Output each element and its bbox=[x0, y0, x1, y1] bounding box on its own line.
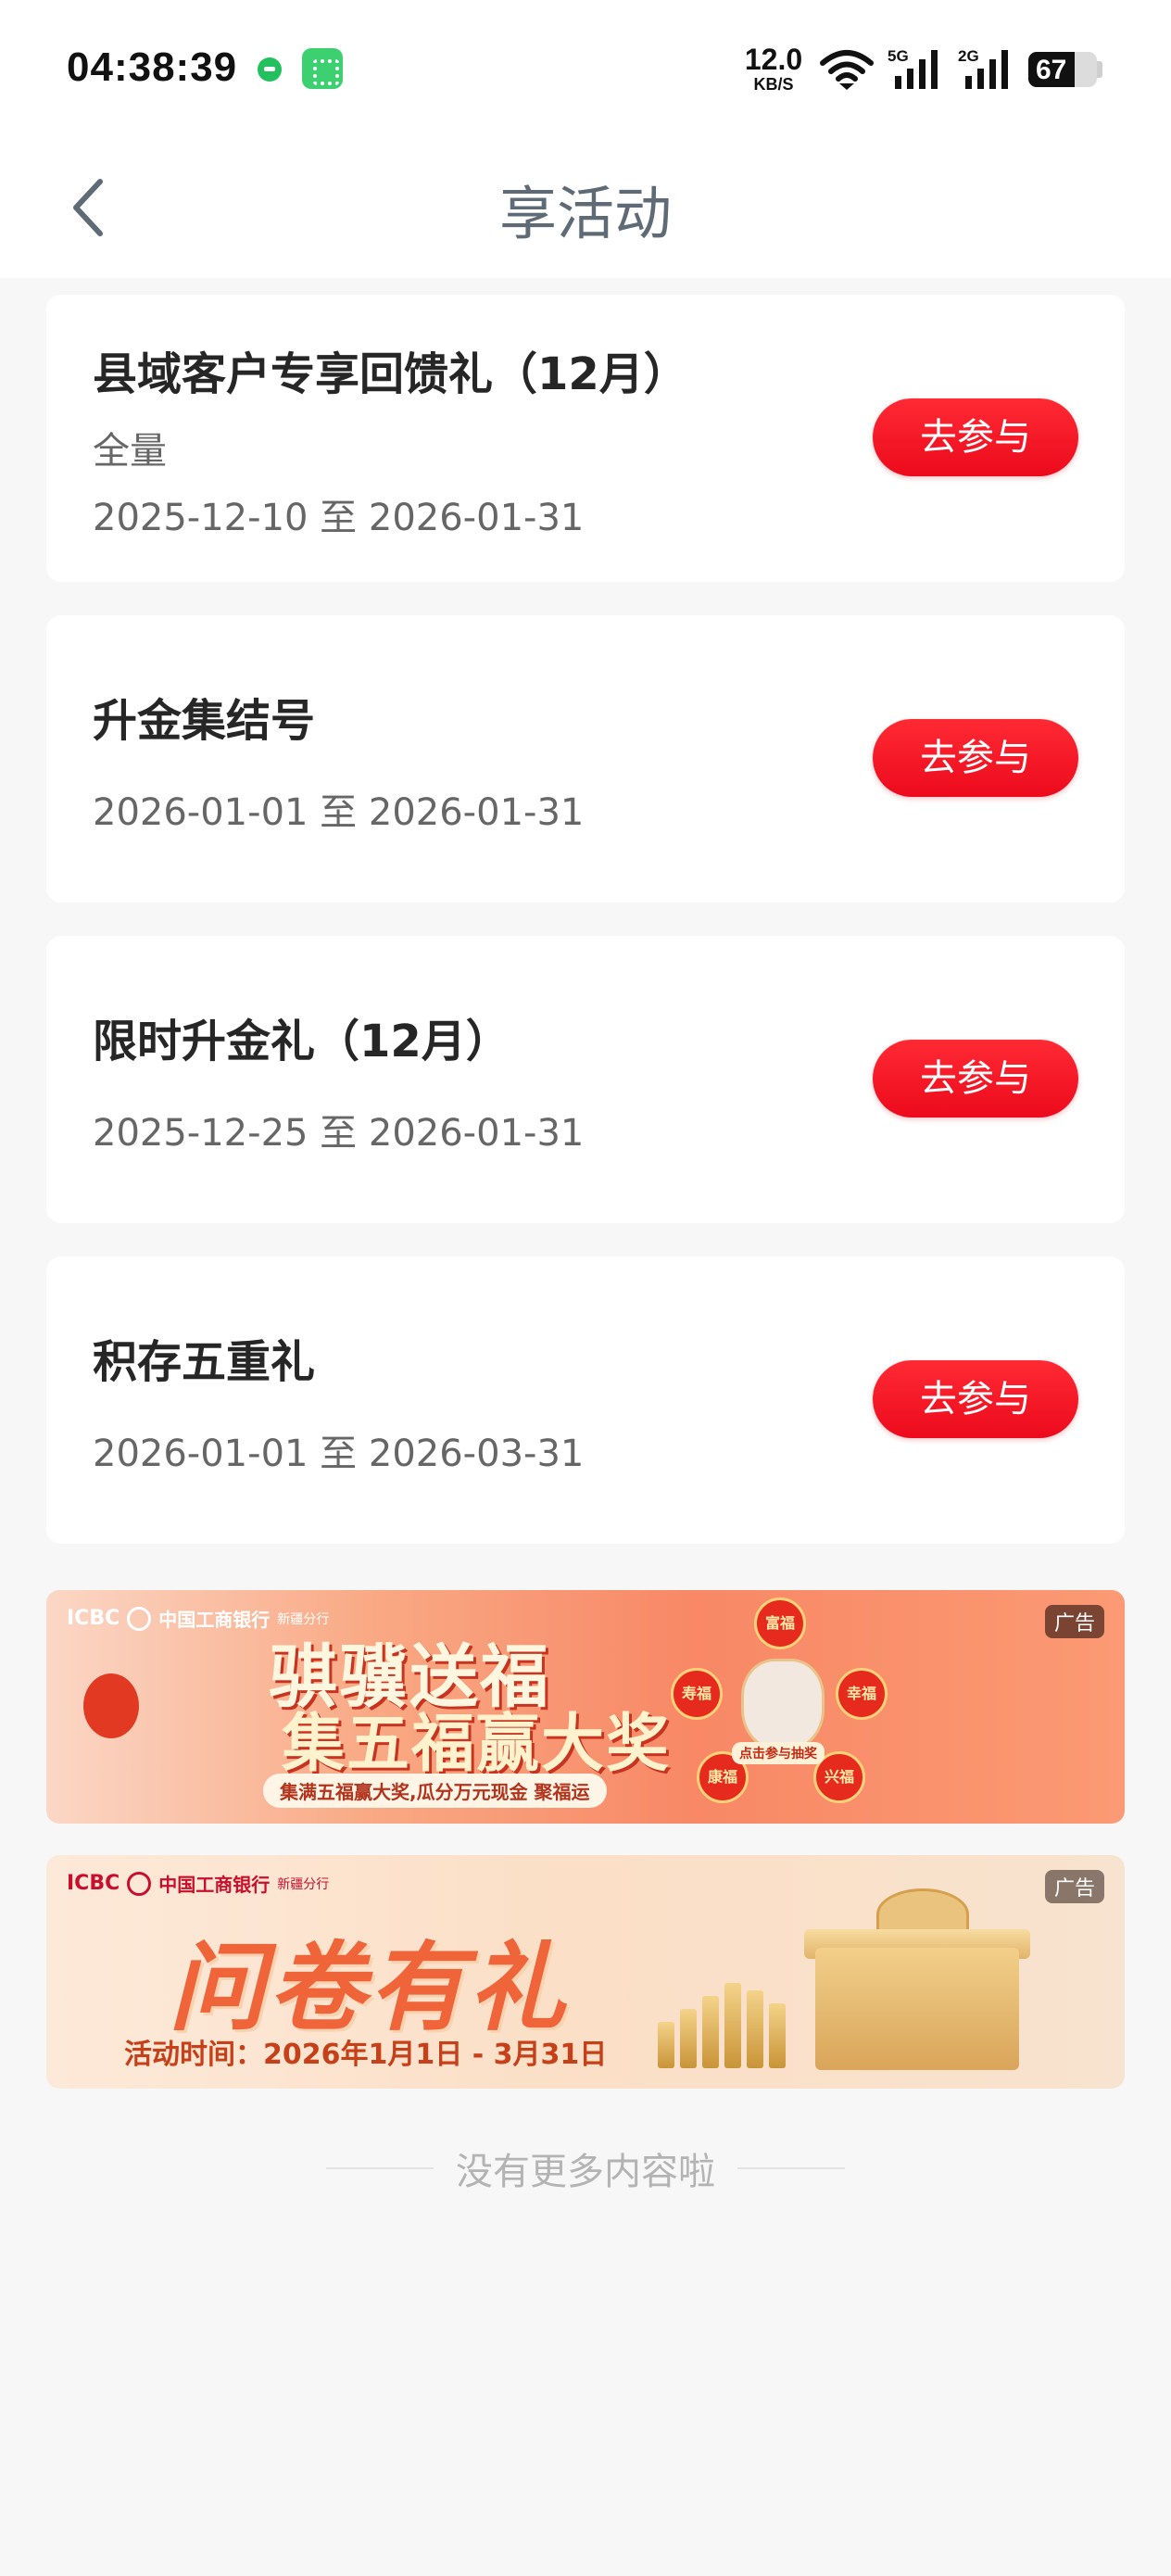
activity-card[interactable]: 县域客户专享回馈礼（12月） 全量 2025-12-10 至 2026-01-3… bbox=[46, 295, 1125, 582]
activity-date-range: 2025-12-10 至 2026-01-31 bbox=[93, 497, 585, 539]
activity-date-range: 2025-12-25 至 2026-01-31 bbox=[93, 1112, 585, 1155]
bank-name: 中国工商银行 bbox=[158, 1874, 271, 1896]
app-notification-icon bbox=[302, 48, 343, 89]
join-button[interactable]: 去参与 bbox=[873, 398, 1078, 476]
banner-subtitle: 集满五福赢大奖,瓜分万元现金 聚福运 bbox=[263, 1774, 607, 1808]
bank-name: 中国工商银行 bbox=[158, 1609, 271, 1631]
survey-campaign-banner[interactable]: ICBC 中国工商银行 新疆分行 问卷有礼 活动时间：2026年1月1日 - 3… bbox=[46, 1855, 1125, 2089]
activity-date-range: 2026-01-01 至 2026-01-31 bbox=[93, 791, 585, 834]
status-bar: 04:38:39 12.0 KB/S 5G 2G 67 bbox=[0, 0, 1171, 139]
join-button[interactable]: 去参与 bbox=[873, 719, 1078, 797]
bank-brand: ICBC bbox=[67, 1872, 120, 1895]
network-speed-unit: KB/S bbox=[753, 75, 794, 94]
nav-bar: 享活动 bbox=[0, 139, 1171, 278]
end-of-list-notice: 没有更多内容啦 bbox=[0, 2142, 1171, 2194]
bank-branch: 新疆分行 bbox=[277, 1876, 330, 1892]
divider-line bbox=[737, 2167, 845, 2169]
banner-date: 活动时间：2026年1月1日 - 3月31日 bbox=[124, 2039, 608, 2071]
activity-tag: 全量 bbox=[93, 430, 167, 473]
fu-badge-ring: 富福 寿福 幸福 康福 兴福 点击参与抽奖 bbox=[671, 1597, 888, 1811]
banner-title-line2: 集五福赢大奖 bbox=[282, 1707, 672, 1781]
activity-title: 升金集结号 bbox=[93, 695, 316, 747]
activity-date-range: 2026-01-01 至 2026-03-31 bbox=[93, 1433, 585, 1475]
icbc-logo-icon bbox=[127, 1606, 152, 1631]
fu-badge: 富福 bbox=[754, 1597, 806, 1649]
join-button[interactable]: 去参与 bbox=[873, 1040, 1078, 1118]
activity-card[interactable]: 升金集结号 2026-01-01 至 2026-01-31 去参与 bbox=[46, 615, 1125, 903]
fu-badge: 幸福 bbox=[836, 1668, 888, 1720]
messaging-app-icon bbox=[258, 57, 282, 82]
status-time: 04:38:39 bbox=[67, 44, 238, 90]
end-of-list-text: 没有更多内容啦 bbox=[456, 2151, 715, 2193]
ad-tag: 广告 bbox=[1044, 1605, 1104, 1638]
signal-5g-label: 5G bbox=[888, 47, 909, 65]
icbc-logo-icon bbox=[127, 1871, 152, 1896]
signal-5g-icon: 5G bbox=[888, 47, 938, 89]
activity-card[interactable]: 积存五重礼 2026-01-01 至 2026-03-31 去参与 bbox=[46, 1256, 1125, 1544]
bank-brand: ICBC bbox=[67, 1607, 120, 1630]
join-button[interactable]: 去参与 bbox=[873, 1360, 1078, 1438]
battery-level: 67 bbox=[1036, 55, 1067, 85]
banner-title: 问卷有礼 bbox=[169, 1930, 570, 2044]
battery-icon: 67 bbox=[1028, 52, 1097, 87]
activity-title: 县域客户专享回馈礼（12月） bbox=[93, 348, 688, 400]
lantern-icon bbox=[83, 1673, 139, 1738]
wifi-icon bbox=[820, 50, 874, 90]
signal-2g-label: 2G bbox=[958, 47, 979, 65]
gold-bars-icon bbox=[658, 1976, 806, 2068]
page-title: 享活动 bbox=[498, 180, 672, 247]
fu-badge: 寿福 bbox=[671, 1668, 723, 1720]
battery-cap bbox=[1097, 61, 1102, 78]
network-speed: 12.0 KB/S bbox=[741, 44, 806, 93]
ad-tag: 广告 bbox=[1044, 1870, 1104, 1903]
fortune-campaign-banner[interactable]: ICBC 中国工商银行 新疆分行 骐骥送福 集五福赢大奖 集满五福赢大奖,瓜分万… bbox=[46, 1590, 1125, 1824]
activity-title: 限时升金礼（12月） bbox=[93, 1016, 510, 1067]
bank-logo: ICBC 中国工商银行 新疆分行 bbox=[67, 1870, 329, 1897]
horse-mascot-icon bbox=[741, 1659, 825, 1751]
gift-box-icon bbox=[815, 1948, 1019, 2070]
network-speed-value: 12.0 bbox=[744, 43, 803, 76]
activity-card[interactable]: 限时升金礼（12月） 2025-12-25 至 2026-01-31 去参与 bbox=[46, 936, 1125, 1223]
activity-title: 积存五重礼 bbox=[93, 1336, 316, 1388]
divider-line bbox=[326, 2167, 434, 2169]
mascot-label[interactable]: 点击参与抽奖 bbox=[732, 1742, 825, 1764]
signal-2g-icon: 2G bbox=[958, 47, 1008, 89]
